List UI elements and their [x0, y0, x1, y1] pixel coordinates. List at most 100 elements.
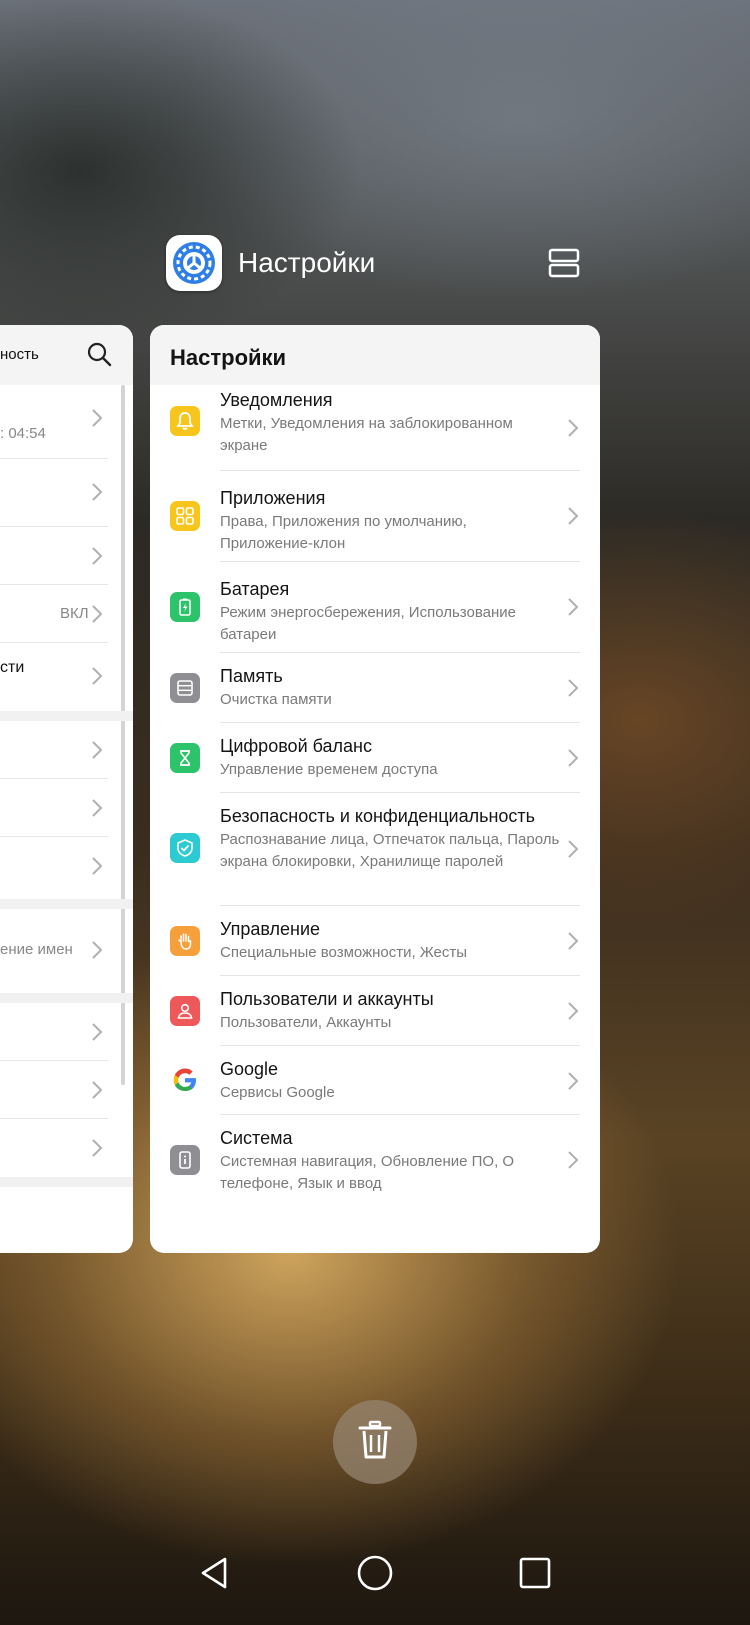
- battery-icon: [170, 592, 200, 622]
- list-item-value: ВКЛ: [60, 605, 89, 622]
- storage-icon: [170, 673, 200, 703]
- section-divider: [0, 993, 133, 1003]
- list-item[interactable]: [0, 779, 108, 837]
- list-item[interactable]: ение имен: [0, 909, 108, 993]
- clear-all-button[interactable]: [333, 1400, 417, 1484]
- item-subtitle: Права, Приложения по умолчанию, Приложен…: [220, 513, 467, 552]
- app-name: Настройки: [238, 247, 376, 278]
- item-title: Google: [220, 1059, 279, 1079]
- item-subtitle: Пользователи, Аккаунты: [220, 1014, 392, 1031]
- shield-icon: [170, 833, 200, 863]
- item-subtitle: Распознавание лица, Отпечаток пальца, Па…: [220, 831, 560, 870]
- settings-item-security[interactable]: Безопасность и конфиденциальность Распоз…: [150, 793, 600, 906]
- chevron-right-icon: [92, 941, 103, 959]
- list-item[interactable]: [0, 1003, 108, 1061]
- item-title: Память: [220, 666, 283, 686]
- item-title: Приложения: [220, 488, 326, 508]
- list-item[interactable]: [0, 721, 108, 779]
- recent-app-header: Настройки: [166, 234, 586, 292]
- chevron-right-icon: [568, 507, 579, 525]
- trash-icon: [357, 1420, 393, 1465]
- card-header: Настройки: [150, 325, 600, 385]
- apps-grid-icon: [170, 501, 200, 531]
- list-item[interactable]: [0, 527, 108, 585]
- navigation-bar: [0, 1540, 750, 1625]
- settings-item-digital-balance[interactable]: Цифровой баланс Управление временем дост…: [150, 723, 600, 793]
- phone-info-icon: [170, 1145, 200, 1175]
- chevron-right-icon: [568, 679, 579, 697]
- scrollbar: [121, 385, 125, 1085]
- back-icon: [201, 1557, 227, 1589]
- list-item-value: ение имен: [0, 941, 73, 958]
- settings-gear-icon[interactable]: [166, 235, 222, 291]
- list-item-label: сти: [0, 659, 25, 676]
- item-title: Управление: [220, 919, 321, 939]
- list-item[interactable]: ВКЛ: [0, 585, 108, 643]
- chevron-right-icon: [92, 741, 103, 759]
- chevron-right-icon: [92, 547, 103, 565]
- chevron-right-icon: [92, 605, 103, 623]
- section-divider: [0, 1177, 133, 1187]
- item-title: Уведомления: [220, 390, 333, 410]
- section-divider: [0, 899, 133, 909]
- card-title-fragment: ность: [0, 346, 39, 363]
- item-subtitle: Режим энергосбережения, Использование ба…: [220, 604, 516, 643]
- split-screen-icon[interactable]: [548, 248, 580, 278]
- google-icon: [170, 1065, 200, 1095]
- settings-item-apps[interactable]: Приложения Права, Приложения по умолчани…: [150, 471, 600, 562]
- item-title: Батарея: [220, 579, 290, 599]
- user-icon: [170, 996, 200, 1026]
- list-item[interactable]: : 04:54: [0, 385, 108, 459]
- item-subtitle: Управление временем доступа: [220, 761, 438, 778]
- settings-item-storage[interactable]: Память Очистка памяти: [150, 653, 600, 723]
- search-icon[interactable]: [86, 341, 112, 367]
- recents-button[interactable]: [510, 1548, 560, 1598]
- back-button[interactable]: [190, 1548, 240, 1598]
- chevron-right-icon: [568, 1002, 579, 1020]
- card-header: ность: [0, 325, 133, 385]
- chevron-right-icon: [92, 1023, 103, 1041]
- hand-icon: [170, 926, 200, 956]
- chevron-right-icon: [92, 483, 103, 501]
- chevron-right-icon: [568, 840, 579, 858]
- bell-icon: [170, 406, 200, 436]
- settings-item-google[interactable]: Google Сервисы Google: [150, 1046, 600, 1115]
- settings-item-accessibility[interactable]: Управление Специальные возможности, Жест…: [150, 906, 600, 976]
- list-item[interactable]: [0, 1061, 108, 1119]
- chevron-right-icon: [92, 1081, 103, 1099]
- recent-app-card-previous[interactable]: ность : 04:54 ВКЛ сти ение имен: [0, 325, 133, 1253]
- item-title: Система: [220, 1128, 293, 1148]
- item-title: Безопасность и конфиденциальность: [220, 806, 536, 826]
- item-subtitle: Очистка памяти: [220, 691, 332, 708]
- settings-item-notifications[interactable]: Уведомления Метки, Уведомления на заблок…: [150, 385, 600, 471]
- chevron-right-icon: [92, 857, 103, 875]
- list-item[interactable]: сти: [0, 643, 108, 711]
- recents-icon: [519, 1557, 551, 1589]
- item-subtitle: Системная навигация, Обновление ПО, О те…: [220, 1153, 515, 1192]
- settings-item-system[interactable]: Система Системная навигация, Обновление …: [150, 1115, 600, 1207]
- chevron-right-icon: [568, 749, 579, 767]
- item-title: Пользователи и аккаунты: [220, 989, 434, 1009]
- hourglass-icon: [170, 743, 200, 773]
- settings-item-battery[interactable]: Батарея Режим энергосбережения, Использо…: [150, 562, 600, 653]
- chevron-right-icon: [568, 1151, 579, 1169]
- chevron-right-icon: [92, 799, 103, 817]
- settings-item-users-accounts[interactable]: Пользователи и аккаунты Пользователи, Ак…: [150, 976, 600, 1046]
- section-divider: [0, 711, 133, 721]
- item-title: Цифровой баланс: [220, 736, 372, 756]
- chevron-right-icon: [92, 667, 103, 685]
- item-subtitle: Специальные возможности, Жесты: [220, 944, 467, 961]
- list-item[interactable]: [0, 1119, 108, 1177]
- chevron-right-icon: [568, 598, 579, 616]
- list-item[interactable]: [0, 459, 108, 527]
- chevron-right-icon: [568, 1072, 579, 1090]
- list-item[interactable]: [0, 837, 108, 899]
- home-icon: [357, 1555, 393, 1591]
- home-button[interactable]: [350, 1548, 400, 1598]
- page-title: Настройки: [170, 345, 287, 370]
- list-item-value: : 04:54: [0, 425, 46, 442]
- recent-app-card-settings[interactable]: Настройки Уведомления Метки, Уведомления…: [150, 325, 600, 1253]
- chevron-right-icon: [568, 932, 579, 950]
- chevron-right-icon: [568, 419, 579, 437]
- item-subtitle: Сервисы Google: [220, 1084, 335, 1101]
